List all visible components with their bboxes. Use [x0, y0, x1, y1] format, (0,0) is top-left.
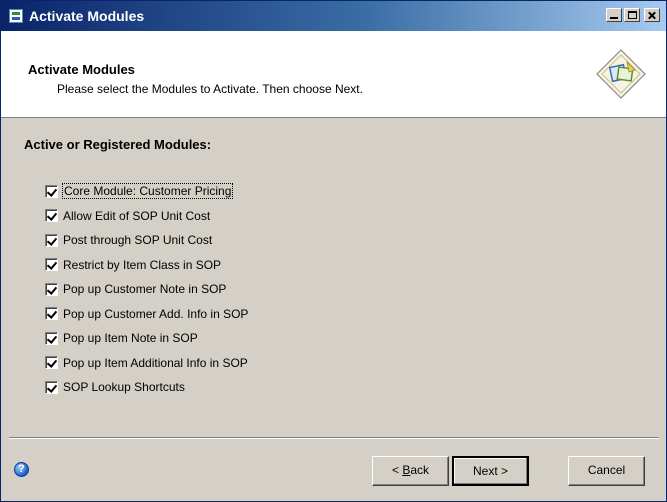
module-label: Core Module: Customer Pricing	[61, 183, 234, 200]
app-icon	[9, 9, 23, 23]
window-controls	[606, 8, 660, 22]
module-label: Post through SOP Unit Cost	[63, 233, 213, 248]
checkmark-icon	[46, 283, 58, 295]
checkbox[interactable]	[45, 307, 58, 321]
window-title: Activate Modules	[29, 8, 145, 24]
close-icon[interactable]	[644, 8, 660, 22]
checkbox[interactable]	[45, 233, 58, 247]
content-panel: Active or Registered Modules: Core Modul…	[1, 118, 666, 436]
module-label: Pop up Customer Add. Info in SOP	[63, 306, 249, 321]
module-item-popup-item-note[interactable]: Pop up Item Note in SOP	[45, 326, 248, 351]
checkmark-icon	[46, 357, 58, 369]
back-prefix: <	[391, 463, 403, 477]
section-title: Active or Registered Modules:	[24, 137, 212, 152]
maximize-icon[interactable]	[624, 8, 640, 22]
module-label: Allow Edit of SOP Unit Cost	[63, 208, 211, 223]
wizard-window: Activate Modules Activate Modules Please…	[0, 0, 667, 502]
checkbox[interactable]	[45, 184, 58, 198]
module-label: SOP Lookup Shortcuts	[63, 380, 185, 395]
checkbox[interactable]	[45, 331, 58, 345]
checkmark-icon	[46, 234, 58, 246]
module-item-core-customer-pricing[interactable]: Core Module: Customer Pricing	[45, 179, 248, 204]
modules-list: Core Module: Customer Pricing Allow Edit…	[45, 179, 248, 400]
help-icon[interactable]: ?	[14, 462, 29, 477]
footer-divider	[9, 437, 659, 439]
minimize-icon[interactable]	[606, 8, 622, 22]
checkmark-icon	[46, 259, 58, 271]
wizard-logo-icon	[596, 49, 646, 99]
checkbox[interactable]	[45, 380, 58, 394]
module-item-popup-customer-note[interactable]: Pop up Customer Note in SOP	[45, 277, 248, 302]
checkmark-icon	[46, 381, 58, 393]
header-title: Activate Modules	[28, 62, 135, 77]
module-item-allow-edit-sop-unit-cost[interactable]: Allow Edit of SOP Unit Cost	[45, 204, 248, 229]
module-label: Pop up Customer Note in SOP	[63, 282, 227, 297]
checkbox[interactable]	[45, 356, 58, 370]
title-bar[interactable]: Activate Modules	[1, 1, 666, 31]
module-item-popup-customer-add-info[interactable]: Pop up Customer Add. Info in SOP	[45, 302, 248, 327]
checkmark-icon	[46, 332, 58, 344]
module-item-sop-lookup-shortcuts[interactable]: SOP Lookup Shortcuts	[45, 375, 248, 400]
back-button[interactable]: < Back	[372, 456, 449, 486]
module-item-restrict-by-item-class[interactable]: Restrict by Item Class in SOP	[45, 253, 248, 278]
module-item-post-through-sop-unit-cost[interactable]: Post through SOP Unit Cost	[45, 228, 248, 253]
back-rest: ack	[410, 463, 430, 477]
next-button[interactable]: Next >	[452, 456, 529, 486]
checkmark-icon	[46, 308, 58, 320]
module-label: Pop up Item Additional Info in SOP	[63, 355, 248, 370]
cancel-button[interactable]: Cancel	[568, 456, 645, 486]
checkmark-icon	[46, 185, 58, 197]
checkbox[interactable]	[45, 258, 58, 272]
header-subtitle: Please select the Modules to Activate. T…	[57, 82, 363, 96]
checkbox[interactable]	[45, 282, 58, 296]
wizard-header: Activate Modules Please select the Modul…	[1, 31, 666, 118]
checkbox[interactable]	[45, 209, 58, 223]
module-label: Pop up Item Note in SOP	[63, 331, 198, 346]
module-item-popup-item-additional-info[interactable]: Pop up Item Additional Info in SOP	[45, 351, 248, 376]
checkmark-icon	[46, 210, 58, 222]
module-label: Restrict by Item Class in SOP	[63, 257, 222, 272]
